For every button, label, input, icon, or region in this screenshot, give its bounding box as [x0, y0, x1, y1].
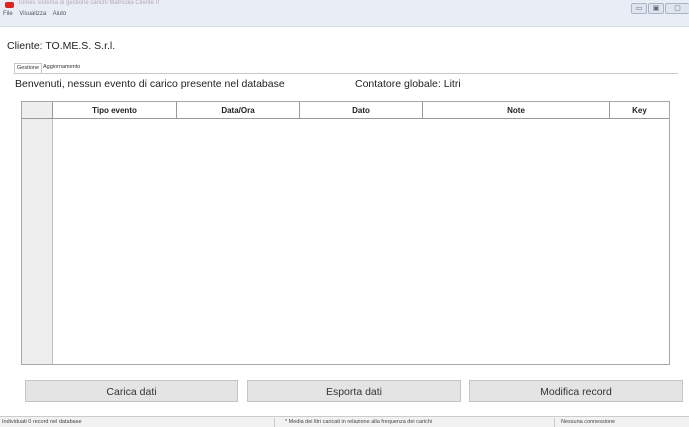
menu-aiuto[interactable]: Aiuto	[53, 11, 67, 17]
minimize-icon[interactable]: ▭	[631, 3, 647, 14]
status-record-count: Individuati 0 record nel database	[0, 418, 275, 427]
row-header-column[interactable]	[22, 102, 53, 364]
column-header-tipo-evento[interactable]: Tipo evento	[53, 102, 177, 119]
menu-visualizza[interactable]: Visualizza	[19, 11, 46, 17]
client-label: Cliente: TO.ME.S. S.r.l.	[7, 40, 116, 52]
menu-bar: File Visualizza Aiuto	[3, 11, 71, 19]
status-media-note: * Media dei litri caricati in relazione …	[275, 418, 555, 427]
welcome-message: Benvenuti, nessun evento di carico prese…	[15, 78, 285, 90]
tab-gestione[interactable]: Gestione	[14, 63, 43, 73]
status-bar: Individuati 0 record nel database * Medi…	[0, 416, 689, 427]
tab-aggiornamento[interactable]: Aggiornamento	[41, 63, 82, 73]
status-connection: Nessuna connessione	[561, 419, 616, 425]
modifica-record-button[interactable]: Modifica record	[469, 380, 683, 402]
events-table[interactable]: Tipo evento Data/Ora Dato Note Key	[21, 101, 670, 365]
column-header-dato[interactable]: Dato	[300, 102, 423, 119]
global-counter: Contatore globale: Litri	[355, 78, 461, 90]
tab-divider	[14, 73, 678, 74]
carica-dati-button[interactable]: Carica dati	[25, 380, 238, 402]
title-bar: Tomes sistema di gestione carichi Matric…	[0, 0, 689, 27]
maximize-icon[interactable]: ▣	[648, 3, 664, 14]
column-header-note[interactable]: Note	[423, 102, 610, 119]
esporta-dati-button[interactable]: Esporta dati	[247, 380, 461, 402]
menu-file[interactable]: File	[3, 11, 13, 17]
column-header-key[interactable]: Key	[610, 102, 669, 119]
window-title: Tomes sistema di gestione carichi Matric…	[18, 0, 160, 6]
close-icon[interactable]: ▢	[665, 3, 689, 14]
app-icon[interactable]	[5, 2, 14, 8]
column-header-data-ora[interactable]: Data/Ora	[177, 102, 300, 119]
table-corner-header[interactable]	[22, 102, 53, 119]
